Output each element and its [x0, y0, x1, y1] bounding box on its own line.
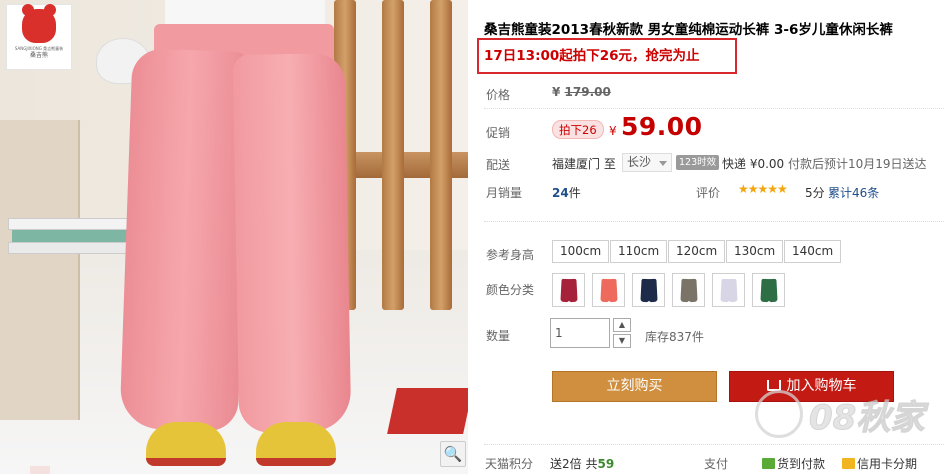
shipping-express: 快递 ¥0.00 付款后预计10月19日送达: [722, 155, 927, 172]
photo-pants-left-leg: [119, 48, 251, 432]
monthly-sales-count: 24: [552, 186, 569, 200]
stock-count: 库存837件: [645, 330, 704, 344]
bear-logo-icon: [22, 4, 56, 43]
size-option[interactable]: 110cm: [610, 240, 668, 263]
pants-thumbnail-icon: [567, 278, 578, 303]
tmall-points-total: 59: [597, 457, 615, 471]
size-option[interactable]: 140cm: [784, 240, 842, 263]
pants-thumbnail-icon: [687, 278, 698, 303]
brand-logo[interactable]: SANGJIXIONG 桑吉熊童装 桑吉熊: [6, 4, 72, 70]
thumbnail-edge: [30, 466, 50, 474]
photo-pants-right-leg: [232, 53, 352, 433]
photo-shelf: [0, 120, 80, 420]
original-price-value: 179.00: [564, 85, 611, 99]
pants-thumbnail-icon: [727, 278, 738, 303]
quantity-label: 数量: [486, 329, 511, 343]
quantity-input[interactable]: 1: [550, 318, 610, 348]
size-option[interactable]: 100cm: [552, 240, 610, 263]
shipping-label: 配送: [486, 158, 511, 172]
pay-credit[interactable]: 信用卡分期: [842, 455, 917, 472]
zoom-button[interactable]: 🔍: [440, 441, 466, 467]
review-count-link[interactable]: 累计46条: [828, 184, 879, 201]
pay-cod[interactable]: 货到付款: [762, 455, 825, 472]
photo-red-box: [387, 388, 468, 434]
tmall-points-label: 天猫积分: [485, 457, 534, 471]
promotion-tag: 拍下26: [552, 120, 604, 139]
promotion-currency: ¥: [609, 124, 617, 138]
chevron-down-icon: [659, 161, 668, 166]
rating-label: 评价: [696, 186, 721, 200]
photo-shoe-right: [256, 422, 336, 466]
monthly-sales-unit: 件: [568, 186, 581, 200]
pants-thumbnail-icon: [607, 278, 618, 303]
color-swatch[interactable]: [712, 273, 745, 307]
credit-card-icon: [842, 458, 855, 469]
payment-label: 支付: [704, 457, 729, 471]
express-fee: 快递 ¥0.00: [722, 157, 785, 171]
rating-stars-icon: ★★★★★: [738, 182, 788, 196]
pants-thumbnail-icon: [647, 278, 658, 303]
watermark-text: 08秋家: [808, 398, 925, 439]
size-option[interactable]: 120cm: [668, 240, 726, 263]
color-swatch[interactable]: [552, 273, 585, 307]
size-label: 参考身高: [486, 248, 535, 262]
magnifier-icon: 🔍: [443, 445, 463, 463]
promotion-label: 促销: [486, 126, 511, 140]
cod-icon: [762, 458, 775, 469]
monthly-sales-label: 月销量: [486, 186, 523, 200]
photo-shoe-left: [146, 422, 226, 466]
size-option[interactable]: 130cm: [726, 240, 784, 263]
shipping-origin: 福建厦门 至: [552, 155, 616, 172]
pay-cod-label: 货到付款: [777, 457, 826, 471]
shipping-from: 福建厦门: [552, 157, 601, 171]
divider: [484, 108, 944, 109]
product-photo[interactable]: SANGJIXIONG 桑吉熊童装 桑吉熊 🔍: [0, 0, 468, 474]
destination-value: 长沙: [627, 155, 652, 169]
divider: [484, 444, 944, 445]
color-swatch[interactable]: [672, 273, 705, 307]
house-icon: [755, 390, 803, 438]
chevron-down-icon: ▼: [618, 336, 626, 345]
tmall-points-gift: 送2倍: [550, 457, 582, 471]
delivery-estimate: 付款后预计10月19日送达: [788, 157, 927, 171]
quantity-increase-button[interactable]: ▲: [613, 318, 631, 332]
buy-now-button[interactable]: 立刻购买: [552, 371, 717, 402]
color-swatch[interactable]: [592, 273, 625, 307]
product-title: 桑吉熊童装2013春秋新款 男女童纯棉运动长裤 3-6岁儿童休闲长裤: [484, 22, 893, 38]
price-label: 价格: [486, 88, 511, 102]
color-swatch[interactable]: [632, 273, 665, 307]
chevron-up-icon: ▲: [618, 320, 626, 329]
monthly-sales: 24件: [552, 184, 581, 201]
delivery-time-badge: 123时效: [676, 155, 720, 170]
divider: [484, 221, 944, 222]
color-label: 颜色分类: [486, 283, 535, 297]
pay-credit-label: 信用卡分期: [857, 457, 918, 471]
shipping-to-word: 至: [603, 157, 616, 171]
currency-symbol: ¥: [552, 85, 561, 99]
tmall-points-prefix: 共: [585, 457, 598, 471]
original-price: ¥ 179.00: [552, 85, 611, 99]
quantity-decrease-button[interactable]: ▼: [613, 334, 631, 348]
color-swatch[interactable]: [752, 273, 785, 307]
brand-name: 桑吉熊: [29, 52, 48, 59]
promo-text: 17日13:00起拍下26元，抢完为止: [484, 48, 700, 64]
product-info-panel: 桑吉熊童装2013春秋新款 男女童纯棉运动长裤 3-6岁儿童休闲长裤 17日13…: [476, 0, 952, 474]
tmall-points: 送2倍 共59: [550, 455, 614, 472]
rating-score: 5分: [805, 186, 825, 200]
pants-thumbnail-icon: [767, 278, 778, 303]
promotion-price: 59.00: [621, 112, 703, 141]
photo-chair-back: [330, 0, 456, 310]
photo-books: [8, 218, 140, 254]
destination-select[interactable]: 长沙: [622, 153, 673, 172]
